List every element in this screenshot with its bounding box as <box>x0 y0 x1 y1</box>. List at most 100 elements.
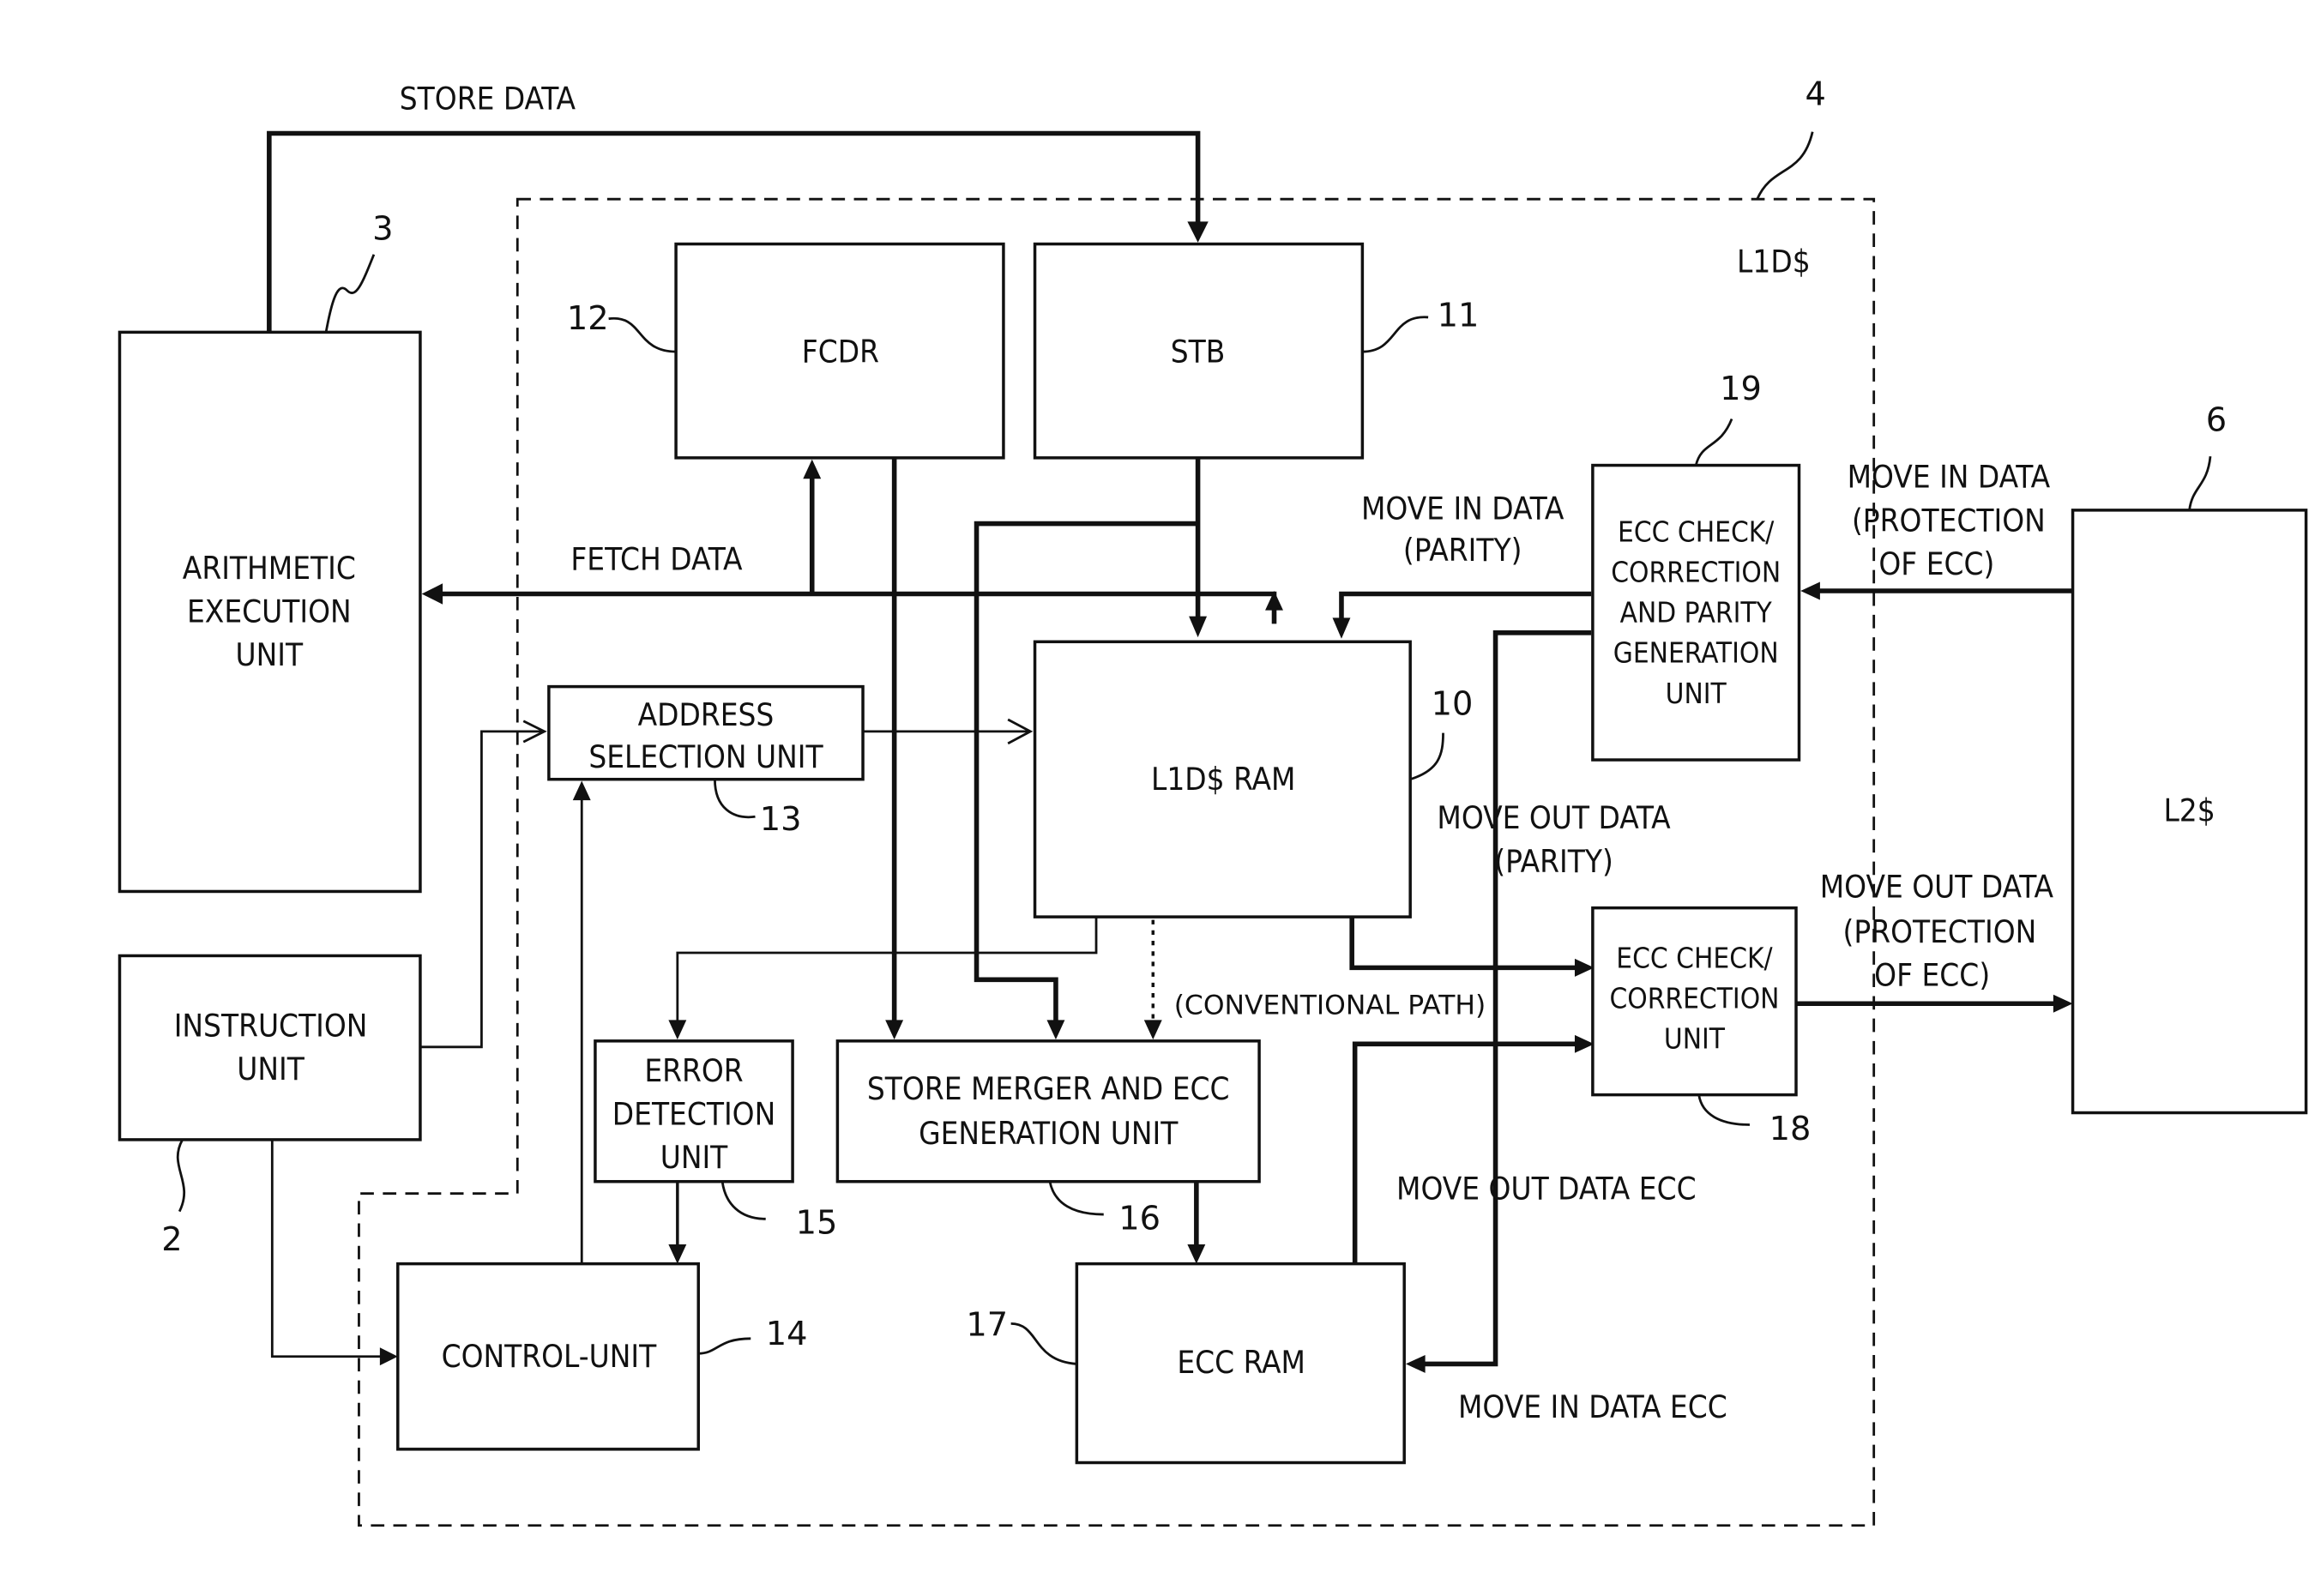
store-merger-ecc-generation-unit: STORE MERGER AND ECC GENERATION UNIT <box>835 1039 1261 1183</box>
ref-18-leader <box>1697 1094 1750 1126</box>
ref-14: 14 <box>766 1315 808 1353</box>
fetch-data-arrowhead <box>421 583 443 605</box>
fetch-data-line <box>433 591 1277 624</box>
svg-text:L1D$ RAM: L1D$ RAM <box>1151 761 1295 798</box>
move-out-ecc-protect-arrowhead <box>2053 994 2073 1013</box>
svg-text:UNIT: UNIT <box>237 1051 304 1087</box>
svg-text:CONTROL-UNIT: CONTROL-UNIT <box>442 1338 658 1375</box>
move-in-parity-label-2: (PARITY) <box>1403 532 1522 569</box>
move-in-ecc-protect-label-2: (PROTECTION <box>1852 502 2046 539</box>
error-to-control-arrowhead <box>668 1244 687 1264</box>
svg-text:STB: STB <box>1171 333 1226 370</box>
ref-6-leader <box>2188 455 2212 511</box>
ref-15-leader <box>720 1181 766 1220</box>
fetch-data-label: FETCH DATA <box>570 541 743 578</box>
l1d-to-error-arrowhead <box>668 1020 687 1040</box>
ref-3: 3 <box>372 209 393 248</box>
ecc-ram-block: ECC RAM <box>1075 1262 1406 1465</box>
svg-text:STORE MERGER AND ECC: STORE MERGER AND ECC <box>867 1070 1230 1107</box>
svg-text:INSTRUCTION: INSTRUCTION <box>174 1008 368 1045</box>
l2-cache-block: L2$ <box>2071 509 2308 1115</box>
svg-text:UNIT: UNIT <box>1664 1022 1726 1056</box>
l1d-boundary-label: L1D$ <box>1737 244 1811 280</box>
ref-6: 6 <box>2206 401 2227 439</box>
svg-text:GENERATION UNIT: GENERATION UNIT <box>919 1115 1179 1152</box>
control-to-address-arrowhead <box>572 780 591 801</box>
arithmetic-execution-unit: ARITHMETIC EXECUTION UNIT <box>118 330 422 894</box>
store-data-label: STORE DATA <box>400 81 576 117</box>
fcdr-to-merger-arrowhead <box>885 1020 904 1040</box>
move-in-ecc-protect-label-3: OF ECC) <box>1878 545 1994 582</box>
block-diagram: L1D$ 4 STORE DATA ARITHMETIC EXECUTION U… <box>118 75 2308 1527</box>
svg-text:CORRECTION: CORRECTION <box>1611 556 1781 589</box>
ref-18: 18 <box>1769 1110 1812 1148</box>
control-unit: CONTROL-UNIT <box>396 1262 700 1451</box>
ref-10: 10 <box>1432 685 1474 724</box>
move-out-parity-line <box>1349 917 1578 971</box>
move-out-ecc-protect-label-2: (PROTECTION <box>1842 913 2036 950</box>
stb-to-l1d-arrowhead <box>1189 616 1208 638</box>
move-out-ecc-protect-label-3: OF ECC) <box>1874 956 1990 993</box>
l1d-ram-block: L1D$ RAM <box>1033 640 1412 918</box>
instr-to-address-line <box>419 730 545 1049</box>
address-selection-unit: ADDRESS SELECTION UNIT <box>547 684 865 781</box>
ref-17: 17 <box>966 1305 1008 1344</box>
ref-11: 11 <box>1438 296 1480 334</box>
instruction-unit: INSTRUCTION UNIT <box>118 954 422 1141</box>
move-in-parity-line <box>1339 591 1592 623</box>
svg-text:L2$: L2$ <box>2163 792 2215 829</box>
merger-to-eccram-arrowhead <box>1187 1244 1206 1264</box>
svg-text:FCDR: FCDR <box>802 333 879 370</box>
move-out-data-ecc-label: MOVE OUT DATA ECC <box>1396 1171 1697 1208</box>
svg-text:ADDRESS: ADDRESS <box>638 696 775 733</box>
move-in-ecc-protect-label-1: MOVE IN DATA <box>1848 459 2051 496</box>
ref-12-leader <box>608 316 677 353</box>
svg-text:UNIT: UNIT <box>236 636 304 673</box>
ref-2: 2 <box>161 1220 182 1259</box>
ref-12: 12 <box>567 299 609 338</box>
move-in-parity-arrowhead <box>1332 617 1351 639</box>
move-out-parity-label-1: MOVE OUT DATA <box>1437 799 1671 836</box>
conventional-path-arrowhead <box>1143 1020 1162 1040</box>
ref-10-leader <box>1409 732 1444 781</box>
ecc-check-parity-generation-unit: ECC CHECK/ CORRECTION AND PARITY GENERAT… <box>1591 463 1801 762</box>
svg-text:SELECTION UNIT: SELECTION UNIT <box>588 738 823 775</box>
ref-4: 4 <box>1805 75 1825 113</box>
instr-to-control-line <box>270 1139 392 1358</box>
svg-text:ERROR: ERROR <box>644 1052 743 1089</box>
svg-text:ECC RAM: ECC RAM <box>1177 1344 1305 1381</box>
error-detection-unit: ERROR DETECTION UNIT <box>594 1039 794 1183</box>
ref-17-leader <box>1010 1322 1077 1365</box>
ref-2-leader <box>176 1139 185 1213</box>
svg-text:GENERATION: GENERATION <box>1613 636 1779 670</box>
svg-text:ECC CHECK/: ECC CHECK/ <box>1616 941 1773 974</box>
move-out-ecc-line <box>1352 1041 1578 1264</box>
ref-14-leader <box>698 1337 751 1355</box>
l1d-to-error-line <box>676 917 1098 1025</box>
move-out-ecc-protect-label-1: MOVE OUT DATA <box>1820 868 2054 905</box>
stb-block: STB <box>1033 242 1365 460</box>
ref-13: 13 <box>760 800 802 839</box>
ref-13-leader <box>714 779 756 819</box>
store-data-arrowhead <box>1187 221 1209 243</box>
move-in-parity-label-1: MOVE IN DATA <box>1361 490 1564 527</box>
svg-text:DETECTION: DETECTION <box>612 1095 775 1132</box>
svg-text:ARITHMETIC: ARITHMETIC <box>183 550 356 587</box>
ref-4-leader <box>1756 131 1814 200</box>
svg-text:AND PARITY: AND PARITY <box>1620 596 1773 629</box>
svg-text:UNIT: UNIT <box>1666 677 1727 710</box>
ref-16-leader <box>1048 1181 1104 1216</box>
fetch-to-fcdr-arrowhead <box>803 459 822 479</box>
svg-text:EXECUTION: EXECUTION <box>187 593 352 630</box>
svg-text:CORRECTION: CORRECTION <box>1609 981 1779 1015</box>
ref-19-leader <box>1694 418 1733 466</box>
instr-to-control-arrowhead <box>379 1347 398 1366</box>
svg-text:ECC CHECK/: ECC CHECK/ <box>1618 515 1775 548</box>
fcdr-block: FCDR <box>674 242 1005 460</box>
move-out-parity-label-2: (PARITY) <box>1494 843 1613 880</box>
move-in-ecc-protect-arrowhead <box>1800 581 1820 600</box>
ecc-check-correction-unit: ECC CHECK/ CORRECTION UNIT <box>1591 906 1798 1097</box>
ref-11-leader <box>1362 316 1429 353</box>
stb-to-merger-arrowhead <box>1046 1020 1065 1040</box>
ref-15: 15 <box>796 1204 838 1243</box>
